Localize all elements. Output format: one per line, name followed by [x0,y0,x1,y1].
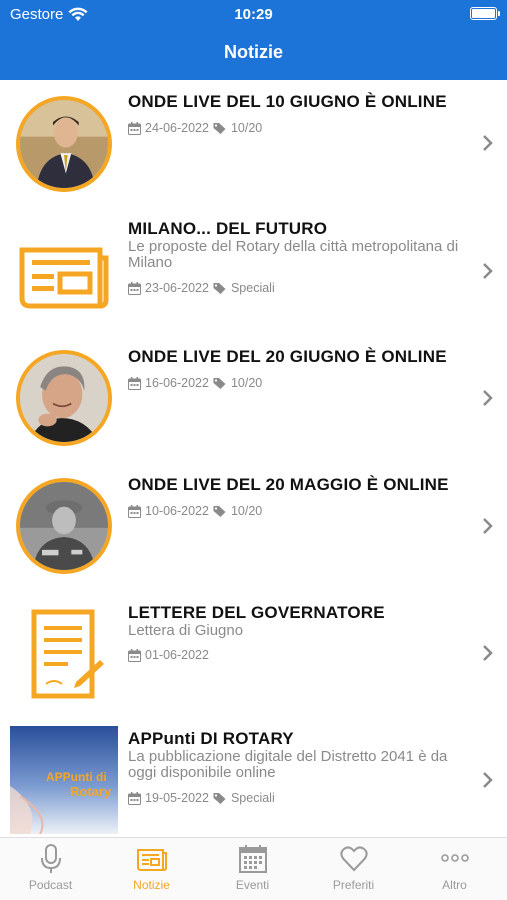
news-meta: 01-06-2022 [128,648,209,662]
tab-eventi[interactable]: Eventi [202,844,303,899]
news-tag: Speciali [230,791,275,805]
calendar-icon [128,121,141,135]
tag-icon [213,122,226,134]
news-thumbnail-photo [16,96,112,192]
tag-icon [213,505,226,517]
news-meta: 10-06-2022 10/20 [128,504,262,518]
cover-title-line1: APPunti di [46,770,107,784]
newspaper-icon [136,849,167,871]
news-tag: 10/20 [230,376,263,390]
letter-document-icon [31,609,104,699]
news-thumbnail-cover: APPunti di Rotary [10,726,118,834]
news-item[interactable]: ONDE LIVE DEL 20 MAGGIO È ONLINE 10-06-2… [0,464,507,592]
chevron-right-icon [483,390,493,406]
news-date: 10-06-2022 [145,504,209,518]
calendar-icon [128,791,141,805]
tag-icon [213,792,226,804]
tab-bar: Podcast Notizie Eventi Preferiti Altro [0,837,507,900]
chevron-right-icon [483,518,493,534]
status-bar: Gestore 10:29 [0,6,507,26]
calendar-icon [128,648,141,662]
cover-title-line2: Rotary [70,784,112,799]
news-date: 19-05-2022 [145,791,209,805]
news-tag: 10/20 [230,504,263,518]
newspaper-icon [19,247,109,309]
tab-notizie[interactable]: Notizie [101,844,202,899]
news-tag: 10/20 [230,121,263,135]
news-item[interactable]: LETTERE DEL GOVERNATORE Lettera di Giugn… [0,592,507,720]
news-thumbnail-icon [16,224,112,320]
calendar-icon [128,504,141,518]
news-title: ONDE LIVE DEL 20 MAGGIO È ONLINE [128,475,449,494]
tab-label: Preferiti [332,878,375,892]
portrait-officer-icon [20,482,108,570]
news-title: LETTERE DEL GOVERNATORE [128,603,385,622]
news-meta: 24-06-2022 10/20 [128,121,262,135]
news-item[interactable]: MILANO... DEL FUTURO Le proposte del Rot… [0,208,507,336]
chevron-right-icon [483,135,493,151]
news-thumbnail-photo [16,350,112,446]
chevron-right-icon [483,263,493,279]
page-title: Notizie [223,42,283,62]
chevron-right-icon [483,645,493,661]
news-item[interactable]: ONDE LIVE DEL 10 GIUGNO È ONLINE 24-06-2… [0,80,507,208]
news-title: ONDE LIVE DEL 20 GIUGNO È ONLINE [128,347,447,366]
clock: 10:29 [234,6,273,23]
news-title: MILANO... DEL FUTURO [128,219,328,238]
news-title: APPunti DI ROTARY [128,729,294,748]
heart-icon [339,846,368,872]
news-thumbnail-photo [16,478,112,574]
portrait-man-gray-icon [20,354,108,442]
tab-altro[interactable]: Altro [404,844,505,899]
calendar-icon [128,281,141,295]
news-date: 24-06-2022 [145,121,209,135]
tab-label: Altro [442,878,467,892]
app-header: Gestore 10:29 Notizie [0,0,507,80]
calendar-icon [238,845,267,873]
news-subtitle: Le proposte del Rotary della città metro… [128,238,459,271]
news-subtitle: Lettera di Giugno [128,622,244,639]
news-meta: 16-06-2022 10/20 [128,376,262,390]
news-subtitle: La pubblicazione digitale del Distretto … [128,748,448,781]
tab-podcast[interactable]: Podcast [0,844,101,899]
appunti-cover-image: APPunti di Rotary [10,726,118,834]
news-date: 23-06-2022 [145,281,209,295]
tab-label: Podcast [28,878,73,892]
chevron-right-icon [483,772,493,788]
tag-icon [213,282,226,294]
news-tag: Speciali [230,281,275,295]
news-item[interactable]: ONDE LIVE DEL 20 GIUGNO È ONLINE 16-06-2… [0,336,507,464]
more-icon [440,854,469,862]
news-meta: 23-06-2022 Speciali [128,281,275,295]
news-date: 16-06-2022 [145,376,209,390]
news-meta: 19-05-2022 Speciali [128,791,275,805]
tab-label: Notizie [133,878,170,892]
tab-preferiti[interactable]: Preferiti [303,844,404,899]
tag-icon [213,377,226,389]
news-thumbnail-icon [16,606,112,702]
news-title: ONDE LIVE DEL 10 GIUGNO È ONLINE [128,92,447,111]
battery-icon [470,7,500,20]
news-list[interactable]: ONDE LIVE DEL 10 GIUGNO È ONLINE 24-06-2… [0,80,507,837]
microphone-icon [40,844,61,873]
news-date: 01-06-2022 [145,648,209,662]
portrait-man-suit-icon [20,100,108,188]
tab-label: Eventi [235,878,270,892]
calendar-icon [128,376,141,390]
news-item[interactable]: APPunti di Rotary APPunti DI ROTARY La p… [0,720,507,837]
